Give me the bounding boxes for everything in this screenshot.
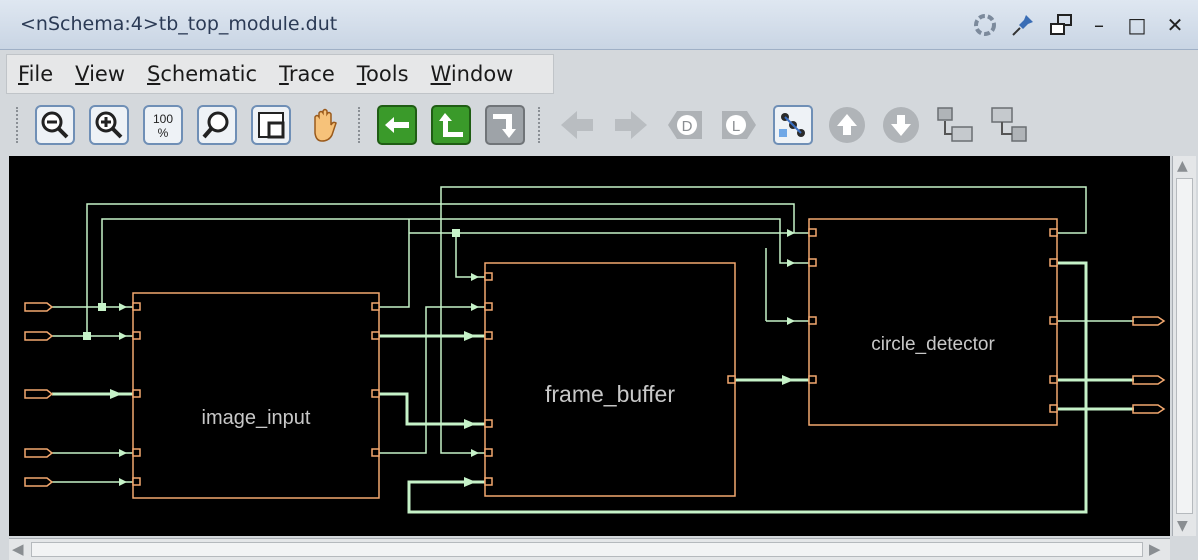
arrow-up-icon [431,105,471,145]
svg-text:%: % [158,126,169,140]
arrow-down-icon [485,105,525,145]
menu-window[interactable]: Window [420,62,525,86]
svg-text:D: D [682,118,693,135]
image-input-block [132,292,380,499]
pan-hand-button[interactable] [303,103,347,147]
window-controls: – □ ✕ [970,8,1190,42]
circle-detector-label: circle_detector [871,334,995,355]
up-hierarchy-button[interactable] [825,103,869,147]
zoom-fit-icon [197,105,237,145]
close-icon[interactable]: ✕ [1160,10,1190,40]
scroll-corner [1172,538,1198,560]
toolbar: 100% D L [0,97,1198,153]
collapse-window-button[interactable] [933,103,977,147]
zoom-out-icon [35,105,75,145]
hand-icon [314,108,337,142]
back-button[interactable] [555,103,599,147]
minimize-icon[interactable]: – [1084,10,1114,40]
toolbar-grip [16,107,22,143]
load-button[interactable]: L [717,103,761,147]
expand-window-button[interactable] [987,103,1031,147]
circle-down-icon [883,107,919,143]
menu-file[interactable]: File [7,62,64,86]
frame-buffer-label: frame_buffer [545,381,675,407]
net-junctions [83,229,460,340]
frame-buffer-block [484,262,736,497]
forward-trace-down-button[interactable] [483,103,527,147]
zoom-out-button[interactable] [33,103,77,147]
image-input-label: image_input [202,407,311,429]
back-arrow-icon [561,111,593,139]
circle-detector-block [808,218,1058,426]
window-title: <nSchema:4>tb_top_module.dut [20,13,338,35]
forward-button[interactable] [609,103,653,147]
menu-bar: File View Schematic Trace Tools Window [6,54,554,94]
arrow-left-icon [377,105,417,145]
toolbar-separator-2 [538,107,544,143]
menu-trace[interactable]: Trace [268,62,346,86]
down-hierarchy-button[interactable] [879,103,923,147]
zoom-box-icon [251,105,291,145]
scroll-left-icon[interactable]: ◀ [12,540,24,558]
svg-text:L: L [732,118,740,135]
backward-trace-button[interactable] [375,103,419,147]
title-bar: <nSchema:4>tb_top_module.dut – □ ✕ [0,0,1198,50]
zoom-fit-button[interactable] [195,103,239,147]
collapse-window-icon [937,107,973,142]
menu-schematic[interactable]: Schematic [136,62,268,86]
schematic-drawing: image_input frame_buffer circle_detector [24,186,1166,514]
driver-button[interactable]: D [663,103,707,147]
scroll-right-icon[interactable]: ▶ [1149,540,1161,558]
toolbar-separator [358,107,364,143]
net-arrows [110,229,795,487]
zoom-100-icon: 100% [143,105,183,145]
circle-up-icon [829,107,865,143]
vertical-scroll-thumb[interactable] [1176,178,1193,514]
pin-icon[interactable] [1008,10,1038,40]
horizontal-scroll-thumb[interactable] [31,542,1143,557]
schematic-nodes-icon [773,105,813,145]
vertical-scrollbar[interactable]: ▲ ▼ [1172,156,1196,536]
scroll-up-icon[interactable]: ▲ [1177,158,1188,174]
schematic-canvas[interactable]: image_input frame_buffer circle_detector [9,156,1170,536]
zoom-100-button[interactable]: 100% [141,103,185,147]
maximize-icon[interactable]: □ [1122,10,1152,40]
menu-tools[interactable]: Tools [346,62,420,86]
svg-text:100: 100 [153,112,173,126]
zoom-box-button[interactable] [249,103,293,147]
spinner-icon [970,10,1000,40]
forward-arrow-icon [615,111,647,139]
scroll-down-icon[interactable]: ▼ [1177,518,1188,534]
forward-trace-up-button[interactable] [429,103,473,147]
expand-window-icon [991,107,1027,142]
horizontal-scrollbar[interactable]: ◀ ▶ [9,538,1170,560]
blocks [132,218,1058,499]
schematic-show-button[interactable] [771,103,815,147]
zoom-in-button[interactable] [87,103,131,147]
block-pins [132,228,1058,486]
driver-d-icon: D [668,111,702,139]
menu-view[interactable]: View [64,62,136,86]
zoom-in-icon [89,105,129,145]
load-l-icon: L [722,111,756,139]
restore-icon[interactable] [1046,10,1076,40]
